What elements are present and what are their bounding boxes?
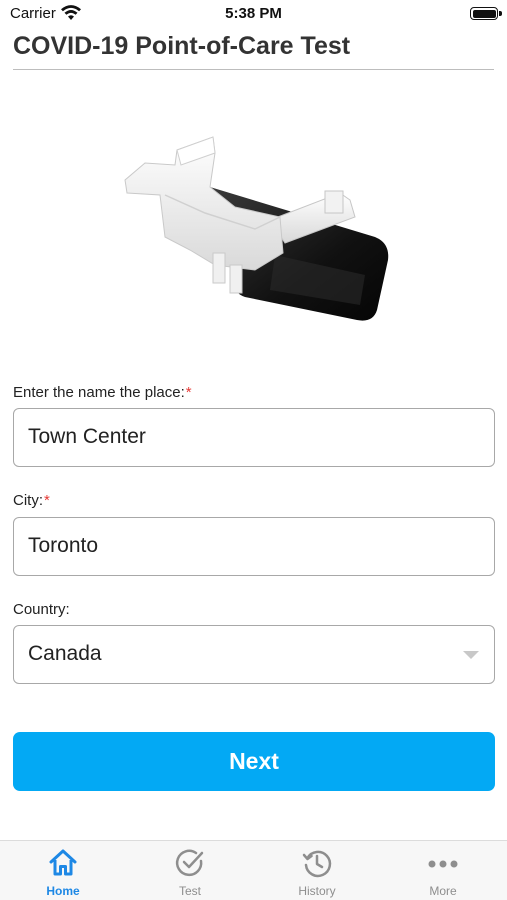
place-label-text: Enter the name the place: bbox=[13, 384, 185, 401]
title-divider bbox=[13, 69, 494, 70]
tab-home[interactable]: Home bbox=[0, 841, 126, 900]
tab-history-label: History bbox=[298, 884, 336, 898]
tab-more[interactable]: More bbox=[380, 841, 506, 900]
place-required-mark: * bbox=[185, 384, 192, 401]
dropdown-arrow-icon[interactable] bbox=[463, 651, 479, 659]
more-icon bbox=[428, 860, 458, 868]
history-icon bbox=[302, 850, 332, 878]
country-label: Country: bbox=[13, 601, 70, 618]
place-input[interactable] bbox=[28, 409, 458, 465]
test-device-image bbox=[124, 136, 389, 321]
country-selected-value: Canada bbox=[28, 642, 102, 665]
page-title: COVID-19 Point-of-Care Test bbox=[13, 32, 351, 60]
tab-home-label: Home bbox=[46, 884, 80, 898]
status-time: 5:38 PM bbox=[225, 5, 282, 22]
next-button[interactable]: Next bbox=[13, 732, 495, 791]
country-label-text: Country: bbox=[13, 601, 70, 618]
tab-bar: Home Test History More bbox=[0, 840, 507, 900]
country-select[interactable]: Canada bbox=[13, 625, 495, 684]
city-required-mark: * bbox=[44, 492, 50, 509]
place-label: Enter the name the place:* bbox=[13, 384, 192, 401]
place-field[interactable] bbox=[13, 408, 495, 467]
city-label: City:* bbox=[13, 492, 50, 509]
battery-tip bbox=[499, 11, 502, 16]
battery-icon bbox=[470, 7, 498, 20]
city-label-text: City: bbox=[13, 492, 43, 509]
city-input[interactable] bbox=[28, 518, 458, 574]
check-circle-icon bbox=[175, 849, 204, 877]
tab-test-label: Test bbox=[178, 884, 201, 898]
tab-more-label: More bbox=[429, 884, 457, 898]
tab-history[interactable]: History bbox=[254, 841, 380, 900]
status-bar: Carrier 5:38 PM bbox=[0, 0, 507, 28]
tab-test[interactable]: Test bbox=[127, 841, 253, 900]
city-field[interactable] bbox=[13, 517, 495, 576]
home-icon bbox=[49, 849, 77, 876]
